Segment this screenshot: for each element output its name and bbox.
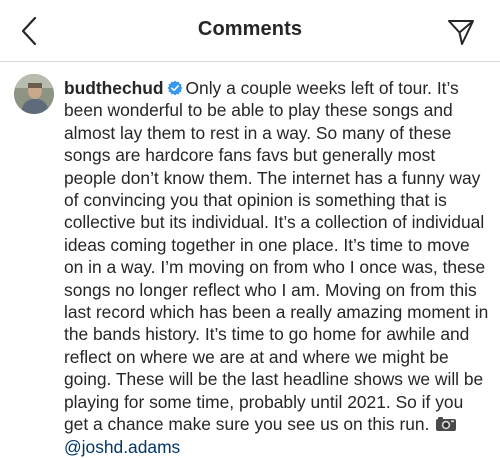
avatar[interactable] xyxy=(14,74,54,114)
comment-text-block: budthechud Only a couple weeks left of t… xyxy=(64,77,492,458)
paper-plane-icon xyxy=(448,20,474,45)
page-title: Comments xyxy=(197,18,303,40)
mention-link[interactable]: @joshd.adams xyxy=(64,437,180,457)
verified-badge-icon xyxy=(167,80,182,96)
top-bar: Comments xyxy=(0,0,500,62)
avatar-photo xyxy=(14,74,54,114)
share-button[interactable] xyxy=(444,15,478,49)
camera-icon xyxy=(436,417,457,432)
comment-text: Only a couple weeks left of tour. It’s b… xyxy=(64,78,489,435)
username-link[interactable]: budthechud xyxy=(64,78,164,98)
